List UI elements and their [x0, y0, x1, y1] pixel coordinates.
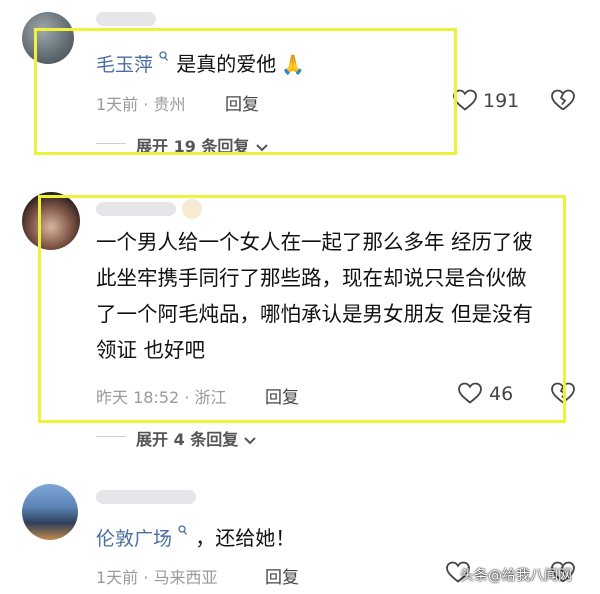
highlight-box: [38, 195, 566, 423]
comment-3: 伦敦广场 ，还给她！ 1天前 · 马来西亚 回复 头条@给我八闻网: [0, 470, 600, 594]
dislike-button[interactable]: [550, 88, 576, 116]
chevron-down-icon: [243, 431, 257, 450]
comment-time: 1天前: [96, 568, 139, 587]
expand-replies-label: 展开 4 条回复: [136, 430, 239, 449]
comment-meta: 1天前 · 马来西亚: [96, 568, 218, 587]
highlight-box: [34, 28, 457, 155]
blurred-username: [96, 12, 156, 26]
blurred-username: [96, 490, 196, 504]
expand-replies-button[interactable]: 展开 4 条回复: [136, 426, 257, 450]
comment-1: 毛玉萍 是真的爱他 🙏 1天前 · 贵州 回复 191 展开 19 条回复: [0, 0, 600, 170]
watermark: 头条@给我八闻网: [460, 568, 572, 584]
comment-text: ，还给她！: [195, 526, 296, 550]
like-count: 191: [483, 90, 520, 112]
comment-text-line: 伦敦广场 ，还给她！: [96, 522, 295, 551]
divider: [96, 436, 126, 437]
reply-button[interactable]: 回复: [265, 563, 299, 588]
dislike-icon: [551, 89, 575, 111]
comment-2: 一个男人给一个女人在一起了那么多年 经历了彼 此坐牢携手同行了那些路，现在却说只…: [0, 180, 600, 460]
username[interactable]: 伦敦广场: [96, 528, 172, 550]
search-icon[interactable]: [178, 522, 188, 541]
avatar[interactable]: [22, 484, 78, 540]
comment-location: 马来西亚: [153, 568, 218, 587]
